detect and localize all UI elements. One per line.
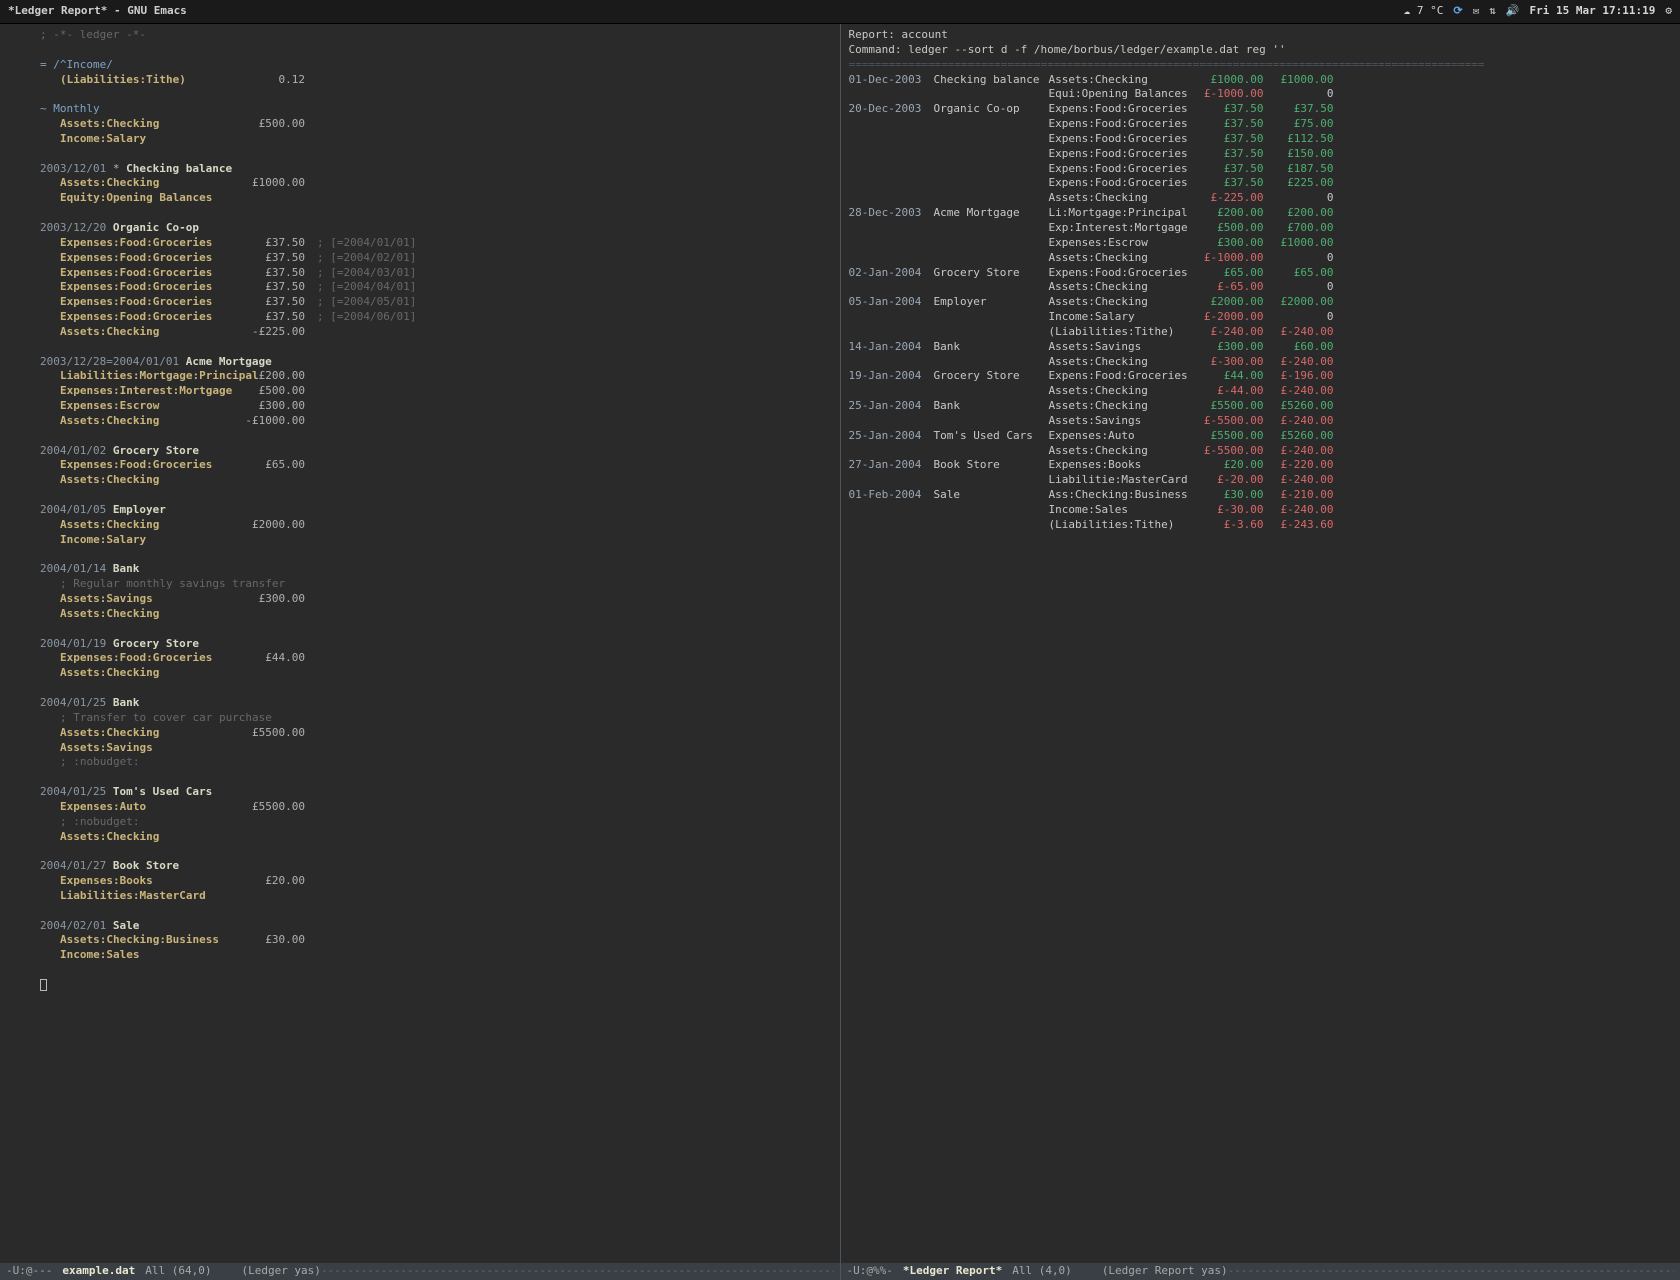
modeline-buffer: example.dat [62, 1264, 135, 1279]
modeline-mode: (Ledger Report yas) [1102, 1264, 1228, 1279]
modeline-fill: ----------------------------------------… [1228, 1264, 1674, 1279]
text-cursor [40, 979, 47, 991]
modeline-buffer: *Ledger Report* [903, 1264, 1002, 1279]
clock-label: Fri 15 Mar 17:11:19 [1530, 4, 1656, 19]
network-icon[interactable]: ⇅ [1489, 4, 1496, 19]
modeline-position: All (64,0) [145, 1264, 211, 1279]
mail-icon[interactable]: ✉ [1473, 4, 1480, 19]
volume-icon[interactable]: 🔊 [1506, 4, 1520, 19]
ledger-report-buffer[interactable]: Report: account Command: ledger --sort d… [841, 24, 1680, 1262]
modeline-fill: ----------------------------------------… [321, 1264, 834, 1279]
settings-gear-icon[interactable]: ⚙ [1665, 4, 1672, 19]
left-pane: ; -*- ledger -*- = /^Income/ (Liabilitie… [0, 24, 840, 1280]
window-title: *Ledger Report* - GNU Emacs [8, 4, 187, 19]
modeline-right: -U:@%%- *Ledger Report* All (4,0) (Ledge… [841, 1262, 1680, 1280]
modeline-mode: (Ledger yas) [241, 1264, 320, 1279]
weather-indicator: ☁ 7 °C [1404, 4, 1444, 19]
ledger-source-buffer[interactable]: ; -*- ledger -*- = /^Income/ (Liabilitie… [0, 24, 840, 1262]
modeline-left: -U:@--- example.dat All (64,0) (Ledger y… [0, 1262, 840, 1280]
right-pane: Report: account Command: ledger --sort d… [840, 24, 1680, 1280]
weather-temp: 7 °C [1417, 4, 1444, 17]
cloud-icon: ☁ [1404, 4, 1411, 17]
emacs-frame: ; -*- ledger -*- = /^Income/ (Liabilitie… [0, 24, 1680, 1280]
modeline-position: All (4,0) [1012, 1264, 1072, 1279]
system-tray: ☁ 7 °C ⟳ ✉ ⇅ 🔊 Fri 15 Mar 17:11:19 ⚙ [1404, 4, 1672, 19]
modeline-status: -U:@%%- [847, 1264, 893, 1279]
desktop-topbar: *Ledger Report* - GNU Emacs ☁ 7 °C ⟳ ✉ ⇅… [0, 0, 1680, 24]
refresh-icon[interactable]: ⟳ [1453, 4, 1462, 19]
modeline-status: -U:@--- [6, 1264, 52, 1279]
